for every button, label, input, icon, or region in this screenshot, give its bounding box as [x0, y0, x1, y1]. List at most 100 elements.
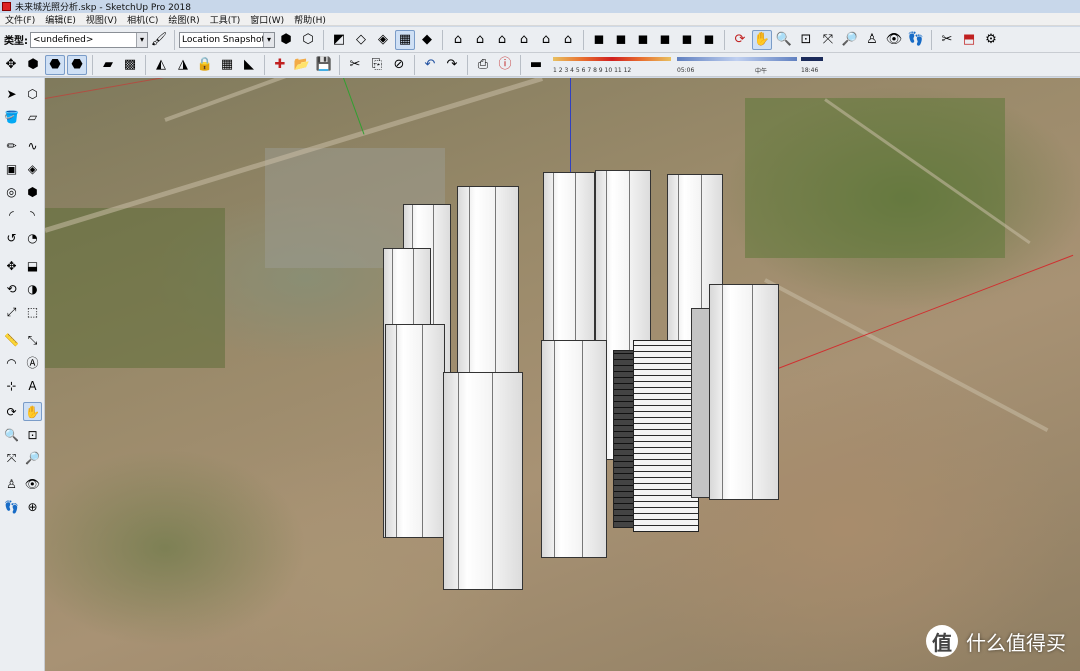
zoom-extents-icon[interactable]: ⤧	[818, 30, 838, 50]
paint-bucket-icon[interactable]: 🪣	[2, 107, 21, 126]
section-plane-icon[interactable]: ⊕	[23, 497, 42, 516]
chevron-down-icon[interactable]: ▾	[136, 32, 147, 47]
geo-icon[interactable]: ◣	[239, 55, 259, 75]
perspective-icon[interactable]: ⬣	[67, 54, 87, 75]
copy-icon[interactable]: ⎘	[367, 55, 387, 75]
warehouse-icon[interactable]: ⌂	[448, 30, 468, 50]
menu-view[interactable]: 视图(V)	[81, 13, 122, 26]
three-point-arc-icon[interactable]: ↺	[2, 228, 21, 247]
zoom-extents-icon[interactable]: ⤧	[2, 448, 21, 467]
lock-icon[interactable]: 🔒	[195, 55, 215, 75]
layers-icon[interactable]: ◼	[633, 30, 653, 50]
menu-tools[interactable]: 工具(T)	[205, 13, 246, 26]
material-icon[interactable]: 🖌	[149, 30, 169, 50]
chevron-down-icon[interactable]: ▾	[263, 32, 274, 47]
grid-icon[interactable]: ▦	[217, 55, 237, 75]
shaded-texture-icon[interactable]: ▦	[395, 29, 415, 50]
arc-icon[interactable]: ◜	[2, 205, 21, 224]
menu-camera[interactable]: 相机(C)	[122, 13, 163, 26]
freehand-icon[interactable]: ∿	[23, 136, 42, 155]
save-icon[interactable]: 💾	[314, 55, 334, 75]
previous-view-icon[interactable]: 🔎	[840, 30, 860, 50]
rotated-rectangle-icon[interactable]: ◈	[23, 159, 42, 178]
scale-icon[interactable]: ⤢	[2, 302, 21, 321]
eraser-icon[interactable]: ▱	[23, 107, 42, 126]
rotate-icon[interactable]: ⟲	[2, 279, 21, 298]
menu-draw[interactable]: 绘图(R)	[163, 13, 204, 26]
add-location-icon[interactable]: ◭	[151, 55, 171, 75]
photo-texture-icon[interactable]: ▩	[120, 55, 140, 75]
house-front-icon[interactable]: ⌂	[514, 30, 534, 50]
offset-icon[interactable]: ⬚	[23, 302, 42, 321]
monochrome-icon[interactable]: ◆	[417, 30, 437, 50]
pie-icon[interactable]: ◔	[23, 228, 42, 247]
back-view-icon[interactable]: ◈	[373, 30, 393, 50]
dimension-icon[interactable]: ⤡	[23, 330, 42, 349]
protractor-icon[interactable]: ◠	[2, 353, 21, 372]
polygon-icon[interactable]: ⬢	[23, 182, 42, 201]
undo-icon[interactable]: ↶	[420, 55, 440, 75]
selected-tower-building[interactable]	[633, 340, 699, 532]
location-snapshot-select[interactable]: Location Snapshot ▾	[179, 31, 275, 48]
slab-building[interactable]	[709, 284, 779, 500]
erase-icon[interactable]: ⊘	[389, 55, 409, 75]
axes-icon[interactable]: ⊹	[2, 376, 21, 395]
orbit-icon[interactable]: ⟳	[730, 30, 750, 50]
position-camera-icon[interactable]: ♙	[2, 474, 21, 493]
select-icon[interactable]: ➤	[2, 84, 21, 103]
zoom-icon[interactable]: 🔍	[774, 30, 794, 50]
scenes-icon[interactable]: ◼	[655, 30, 675, 50]
two-point-arc-icon[interactable]: ◝	[23, 205, 42, 224]
cut-icon[interactable]: ✂	[345, 55, 365, 75]
orbit-icon[interactable]: ⟳	[2, 402, 21, 421]
front-view-icon[interactable]: ◩	[329, 30, 349, 50]
house-outline-icon[interactable]: ⌂	[492, 30, 512, 50]
standard-view-icon[interactable]: ⬣	[45, 54, 65, 75]
walk-icon[interactable]: 👣	[2, 497, 21, 516]
follow-me-icon[interactable]: ◑	[23, 279, 42, 298]
tower-building[interactable]	[541, 340, 607, 558]
zoom-window-icon[interactable]: ⊡	[23, 425, 42, 444]
pan-icon[interactable]: ✋	[23, 402, 42, 421]
tower-building[interactable]	[385, 324, 445, 538]
look-around-icon[interactable]: 👁	[23, 474, 42, 493]
walk-icon[interactable]: 👣	[906, 30, 926, 50]
selected-tower-side[interactable]	[613, 350, 635, 528]
tower-building[interactable]	[443, 372, 523, 590]
line-icon[interactable]: ✏	[2, 136, 21, 155]
print-icon[interactable]: ⎙	[473, 55, 493, 75]
rectangle-icon[interactable]: ▣	[2, 159, 21, 178]
right-view-icon[interactable]: ◇	[351, 30, 371, 50]
shadow-month-slider[interactable]	[553, 57, 671, 61]
shadow-time-slider[interactable]	[677, 57, 797, 61]
model-viewport[interactable]: 值 什么值得买	[45, 78, 1080, 671]
zoom-window-icon[interactable]: ⊡	[796, 30, 816, 50]
shadow-time-marker[interactable]	[801, 57, 823, 61]
open-icon[interactable]: 📂	[292, 55, 312, 75]
model-info-icon[interactable]: ⓘ	[495, 55, 515, 75]
position-camera-icon[interactable]: ♙	[862, 30, 882, 50]
house-side-icon[interactable]: ⌂	[536, 30, 556, 50]
materials-icon[interactable]: ◼	[677, 30, 697, 50]
move-axes-icon[interactable]: ✥	[1, 55, 21, 75]
zoom-icon[interactable]: 🔍	[2, 425, 21, 444]
menu-window[interactable]: 窗口(W)	[245, 13, 289, 26]
make-component-icon[interactable]: ⬡	[23, 84, 42, 103]
text-icon[interactable]: Ⓐ	[23, 353, 42, 372]
top-view-icon[interactable]: ⬡	[298, 30, 318, 50]
styles-icon[interactable]: ◼	[611, 30, 631, 50]
extension-manager-icon[interactable]: ⚙	[981, 30, 1001, 50]
look-around-icon[interactable]: 👁	[884, 30, 904, 50]
menu-edit[interactable]: 编辑(E)	[40, 13, 81, 26]
menu-help[interactable]: 帮助(H)	[289, 13, 331, 26]
extension-warehouse-icon[interactable]: ⬒	[959, 30, 979, 50]
previous-view-icon[interactable]: 🔎	[23, 448, 42, 467]
house-icon[interactable]: ⌂	[470, 30, 490, 50]
house-back-icon[interactable]: ⌂	[558, 30, 578, 50]
push-pull-icon[interactable]: ⬓	[23, 256, 42, 275]
circle-icon[interactable]: ◎	[2, 182, 21, 201]
iso-small-icon[interactable]: ⬢	[23, 55, 43, 75]
iso-view-icon[interactable]: ⬢	[276, 30, 296, 50]
toggle-terrain-icon[interactable]: ◮	[173, 55, 193, 75]
redo-icon[interactable]: ↷	[442, 55, 462, 75]
